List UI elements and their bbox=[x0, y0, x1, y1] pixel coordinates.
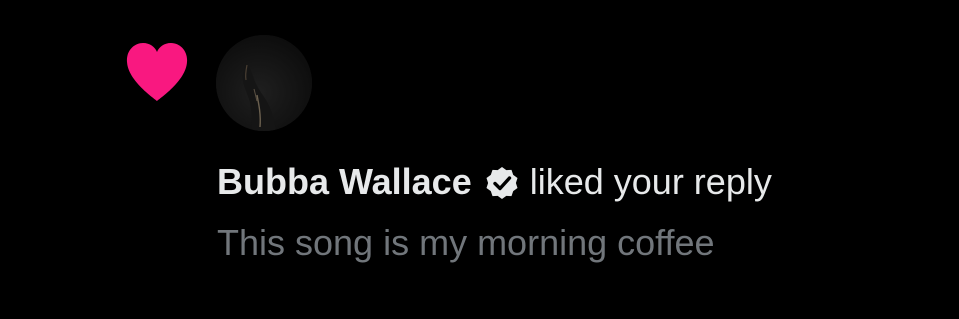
reply-text[interactable]: This song is my morning coffee bbox=[217, 221, 715, 265]
verified-badge-icon[interactable] bbox=[484, 165, 520, 201]
avatar-image bbox=[216, 35, 312, 131]
heart-icon bbox=[126, 43, 188, 101]
notification-headline: Bubba Wallace liked your reply bbox=[217, 160, 772, 204]
like-notification[interactable]: Bubba Wallace liked your reply This song… bbox=[0, 0, 959, 319]
user-name[interactable]: Bubba Wallace bbox=[217, 160, 472, 204]
avatar[interactable] bbox=[216, 35, 312, 131]
action-text: liked your reply bbox=[529, 161, 772, 202]
